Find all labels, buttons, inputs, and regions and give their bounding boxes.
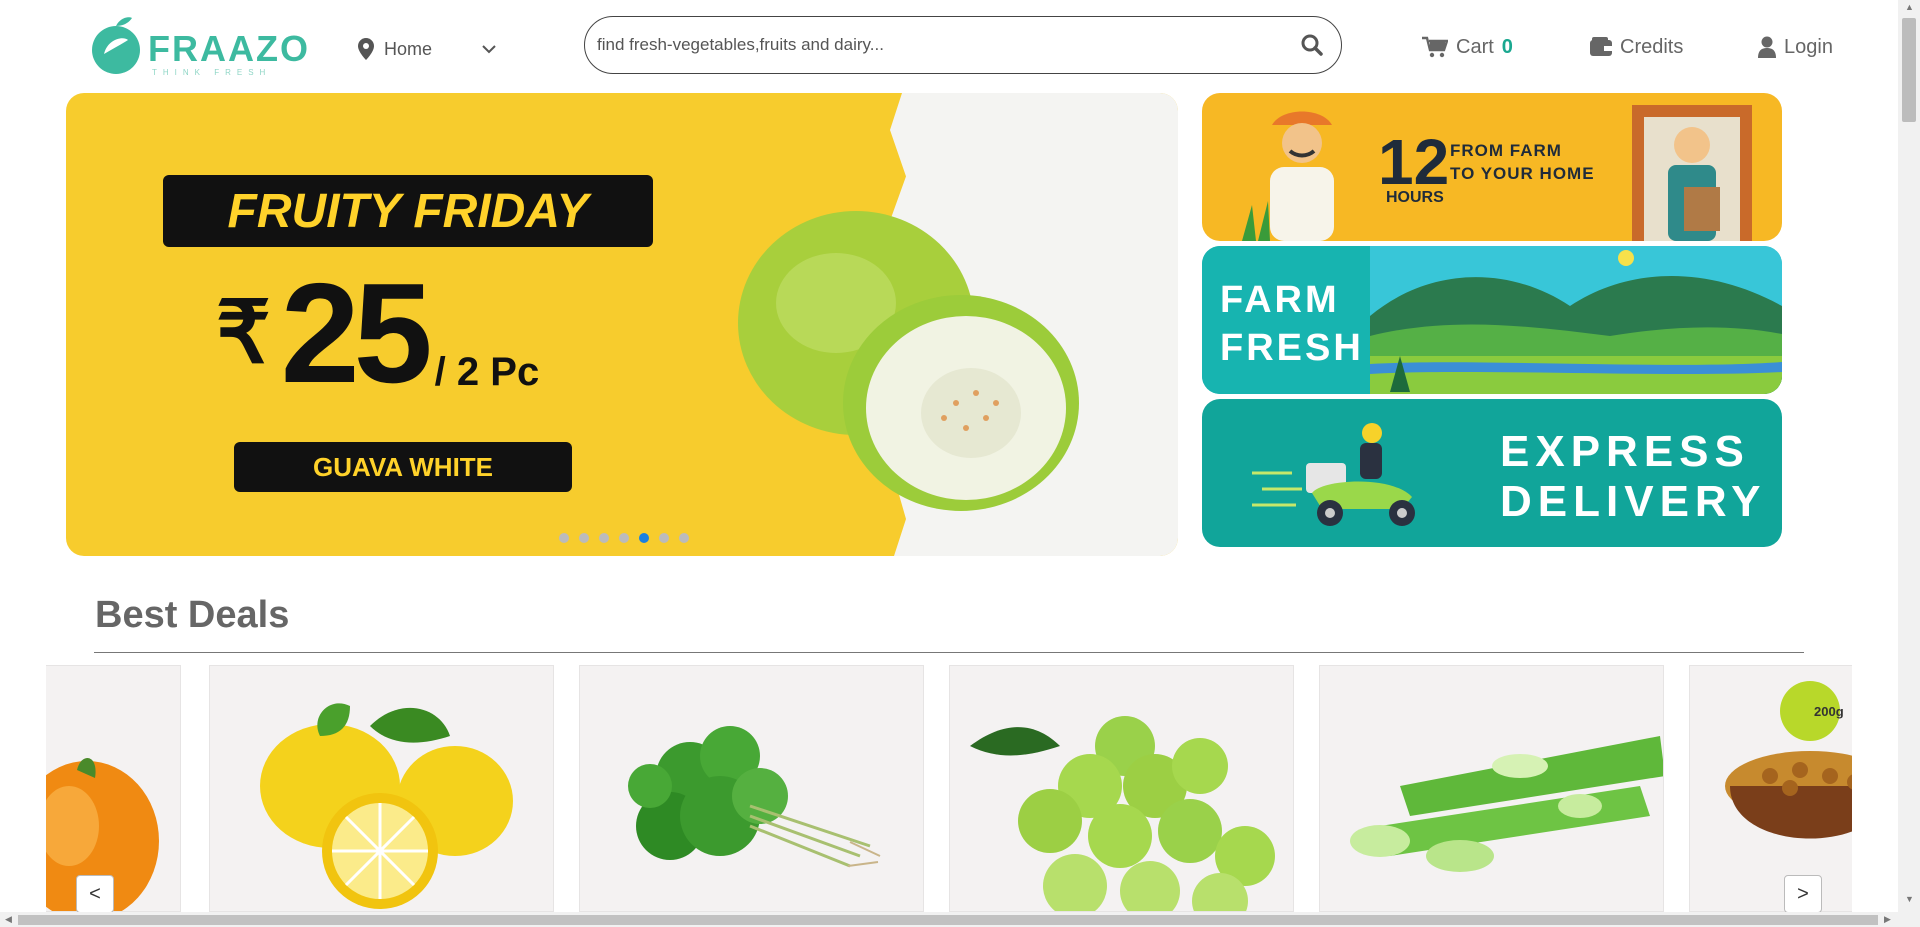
search-input[interactable]: [595, 34, 1301, 56]
banner-12-hours[interactable]: 12 FROM FARM TO YOUR HOME HOURS: [1202, 93, 1782, 241]
banner-line-2: FRESH: [1220, 327, 1364, 369]
deals-carousel: 200g < >: [46, 665, 1852, 912]
farmer-illustration: [1242, 111, 1334, 241]
amla-gooseberry-image: [970, 716, 1275, 911]
hero-title: FRUITY FRIDAY: [163, 175, 653, 247]
scroll-left-icon[interactable]: ◀: [5, 914, 12, 925]
carousel-dot[interactable]: [599, 533, 609, 543]
vertical-scrollbar[interactable]: ▲ ▼: [1898, 0, 1920, 912]
banner-line-1: FROM FARM: [1450, 141, 1562, 160]
carousel-dot[interactable]: [659, 533, 669, 543]
cart-link[interactable]: Cart 0: [1422, 32, 1513, 62]
cart-icon: [1422, 36, 1448, 58]
horizontal-scrollbar[interactable]: ◀ ▶: [0, 912, 1920, 927]
farm-landscape-illustration: [1370, 246, 1782, 394]
cart-label: Cart: [1456, 35, 1494, 58]
banner-express-delivery-text: EXPRESS DELIVERY: [1500, 427, 1766, 527]
hero-price-value: 25: [280, 254, 433, 413]
hero-price: ₹ 25 / 2 Pc: [216, 263, 539, 405]
product-card[interactable]: [1319, 665, 1664, 912]
section-title-best-deals: Best Deals: [95, 594, 290, 636]
vertical-scrollbar-thumb[interactable]: [1902, 18, 1916, 122]
hero-carousel[interactable]: FRUITY FRIDAY ₹ 25 / 2 Pc GUAVA WHITE: [66, 93, 1178, 556]
scroll-right-icon[interactable]: ▶: [1884, 914, 1891, 925]
banner-hours-number: 12: [1378, 126, 1450, 198]
cart-count-badge: 0: [1501, 35, 1513, 58]
hero-price-unit: / 2 Pc: [434, 350, 540, 394]
banner-from-farm-text: FROM FARM TO YOUR HOME: [1450, 139, 1595, 185]
carousel-next-button[interactable]: >: [1784, 875, 1822, 912]
product-card[interactable]: [949, 665, 1294, 912]
login-label: Login: [1784, 35, 1833, 58]
dry-fruit-bowl-image: [1725, 681, 1852, 839]
banner-farm-fresh-text: FARM FRESH: [1220, 276, 1364, 372]
credits-label: Credits: [1620, 35, 1684, 58]
chevron-down-icon: [482, 45, 496, 54]
banner-farm-fresh[interactable]: FARM FRESH: [1202, 246, 1782, 394]
location-label: Home: [384, 38, 433, 59]
banner-line-1: FARM: [1220, 279, 1340, 321]
login-link[interactable]: Login: [1758, 32, 1833, 62]
carousel-dot[interactable]: [619, 533, 629, 543]
orange-bell-pepper-image: [46, 758, 159, 911]
horizontal-scrollbar-thumb[interactable]: [18, 915, 1878, 925]
logo-tagline: THINK FRESH: [152, 68, 272, 77]
leaf-logo-icon: [92, 17, 140, 74]
banner-hours-label: HOURS: [1386, 189, 1444, 206]
carousel-dot[interactable]: [579, 533, 589, 543]
aloe-vera-image: [1350, 736, 1663, 872]
search-icon[interactable]: [1301, 34, 1323, 56]
logo-text: FRAAZO: [148, 28, 310, 69]
lemon-image: [260, 703, 513, 909]
product-card[interactable]: [579, 665, 924, 912]
product-card[interactable]: [46, 665, 181, 912]
product-card[interactable]: [209, 665, 554, 912]
user-icon: [1758, 36, 1776, 58]
carousel-dots: [559, 533, 689, 543]
credits-link[interactable]: Credits: [1590, 32, 1683, 62]
guava-image: [738, 211, 1079, 511]
product-card[interactable]: 200g: [1689, 665, 1852, 912]
map-pin-icon: [358, 38, 374, 60]
coriander-image: [628, 726, 881, 868]
carousel-prev-button[interactable]: <: [76, 875, 114, 912]
scooter-delivery-illustration: [1252, 423, 1415, 526]
wallet-icon: [1590, 37, 1612, 56]
carousel-dot[interactable]: [559, 533, 569, 543]
weight-badge: 200g: [1814, 704, 1844, 719]
section-divider: [94, 652, 1804, 653]
banner-line-2: TO YOUR HOME: [1450, 164, 1595, 183]
hero-product-name: GUAVA WHITE: [234, 442, 572, 492]
scroll-up-icon[interactable]: ▲: [1905, 2, 1914, 12]
rupee-symbol: ₹: [216, 285, 271, 381]
carousel-dot[interactable]: [679, 533, 689, 543]
scroll-down-icon[interactable]: ▼: [1905, 894, 1914, 904]
customer-door-illustration: [1632, 105, 1752, 241]
banner-line-1: EXPRESS: [1500, 427, 1750, 476]
location-selector[interactable]: Home: [358, 34, 496, 64]
brand-logo[interactable]: FRAAZO THINK FRESH: [90, 12, 308, 78]
search-bar: [584, 16, 1342, 74]
banner-line-2: DELIVERY: [1500, 477, 1767, 526]
carousel-dot[interactable]: [639, 533, 649, 543]
banner-express-delivery[interactable]: EXPRESS DELIVERY: [1202, 399, 1782, 547]
